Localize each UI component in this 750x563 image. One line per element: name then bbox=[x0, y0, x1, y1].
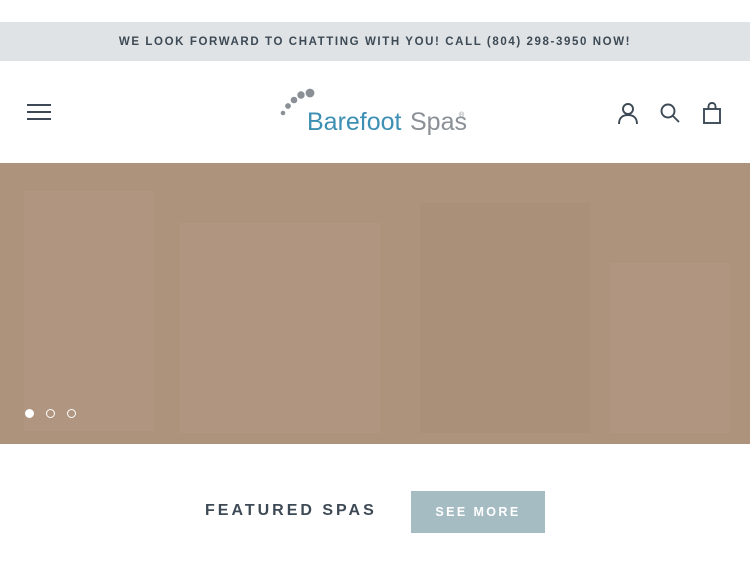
featured-section: FEATURED SPAS SEE MORE bbox=[0, 444, 750, 563]
account-icon bbox=[618, 103, 638, 125]
search-button[interactable] bbox=[658, 101, 682, 125]
search-icon bbox=[660, 103, 680, 123]
hero-image-detail bbox=[180, 223, 380, 433]
hero-image-detail bbox=[610, 263, 730, 433]
slide-dot-2[interactable] bbox=[46, 409, 55, 418]
featured-spas-heading: FEATURED SPAS bbox=[205, 502, 377, 519]
top-spacer bbox=[0, 0, 750, 22]
menu-icon bbox=[27, 104, 51, 120]
hero-image-detail bbox=[420, 203, 590, 433]
see-more-button[interactable]: SEE MORE bbox=[411, 491, 545, 533]
slide-dot-1[interactable] bbox=[25, 409, 34, 418]
cart-icon bbox=[703, 102, 721, 124]
announcement-text: WE LOOK FORWARD TO CHATTING WITH YOU! CA… bbox=[118, 35, 632, 48]
slideshow-pagination bbox=[25, 409, 76, 418]
account-button[interactable] bbox=[616, 101, 640, 125]
slide-dot-3[interactable] bbox=[67, 409, 76, 418]
hero-image-detail bbox=[24, 191, 154, 431]
hero-slideshow[interactable] bbox=[0, 163, 750, 444]
logo-registered-mark: ® bbox=[459, 111, 465, 119]
logo-graphic: Barefoot Spas ® bbox=[280, 88, 467, 136]
announcement-bar: WE LOOK FORWARD TO CHATTING WITH YOU! CA… bbox=[0, 22, 750, 61]
site-logo[interactable]: Barefoot Spas ® bbox=[280, 86, 472, 140]
logo-word-barefoot: Barefoot bbox=[307, 108, 402, 136]
cart-button[interactable] bbox=[700, 101, 724, 125]
menu-button[interactable] bbox=[27, 103, 51, 121]
site-header: Barefoot Spas ® bbox=[0, 61, 750, 163]
